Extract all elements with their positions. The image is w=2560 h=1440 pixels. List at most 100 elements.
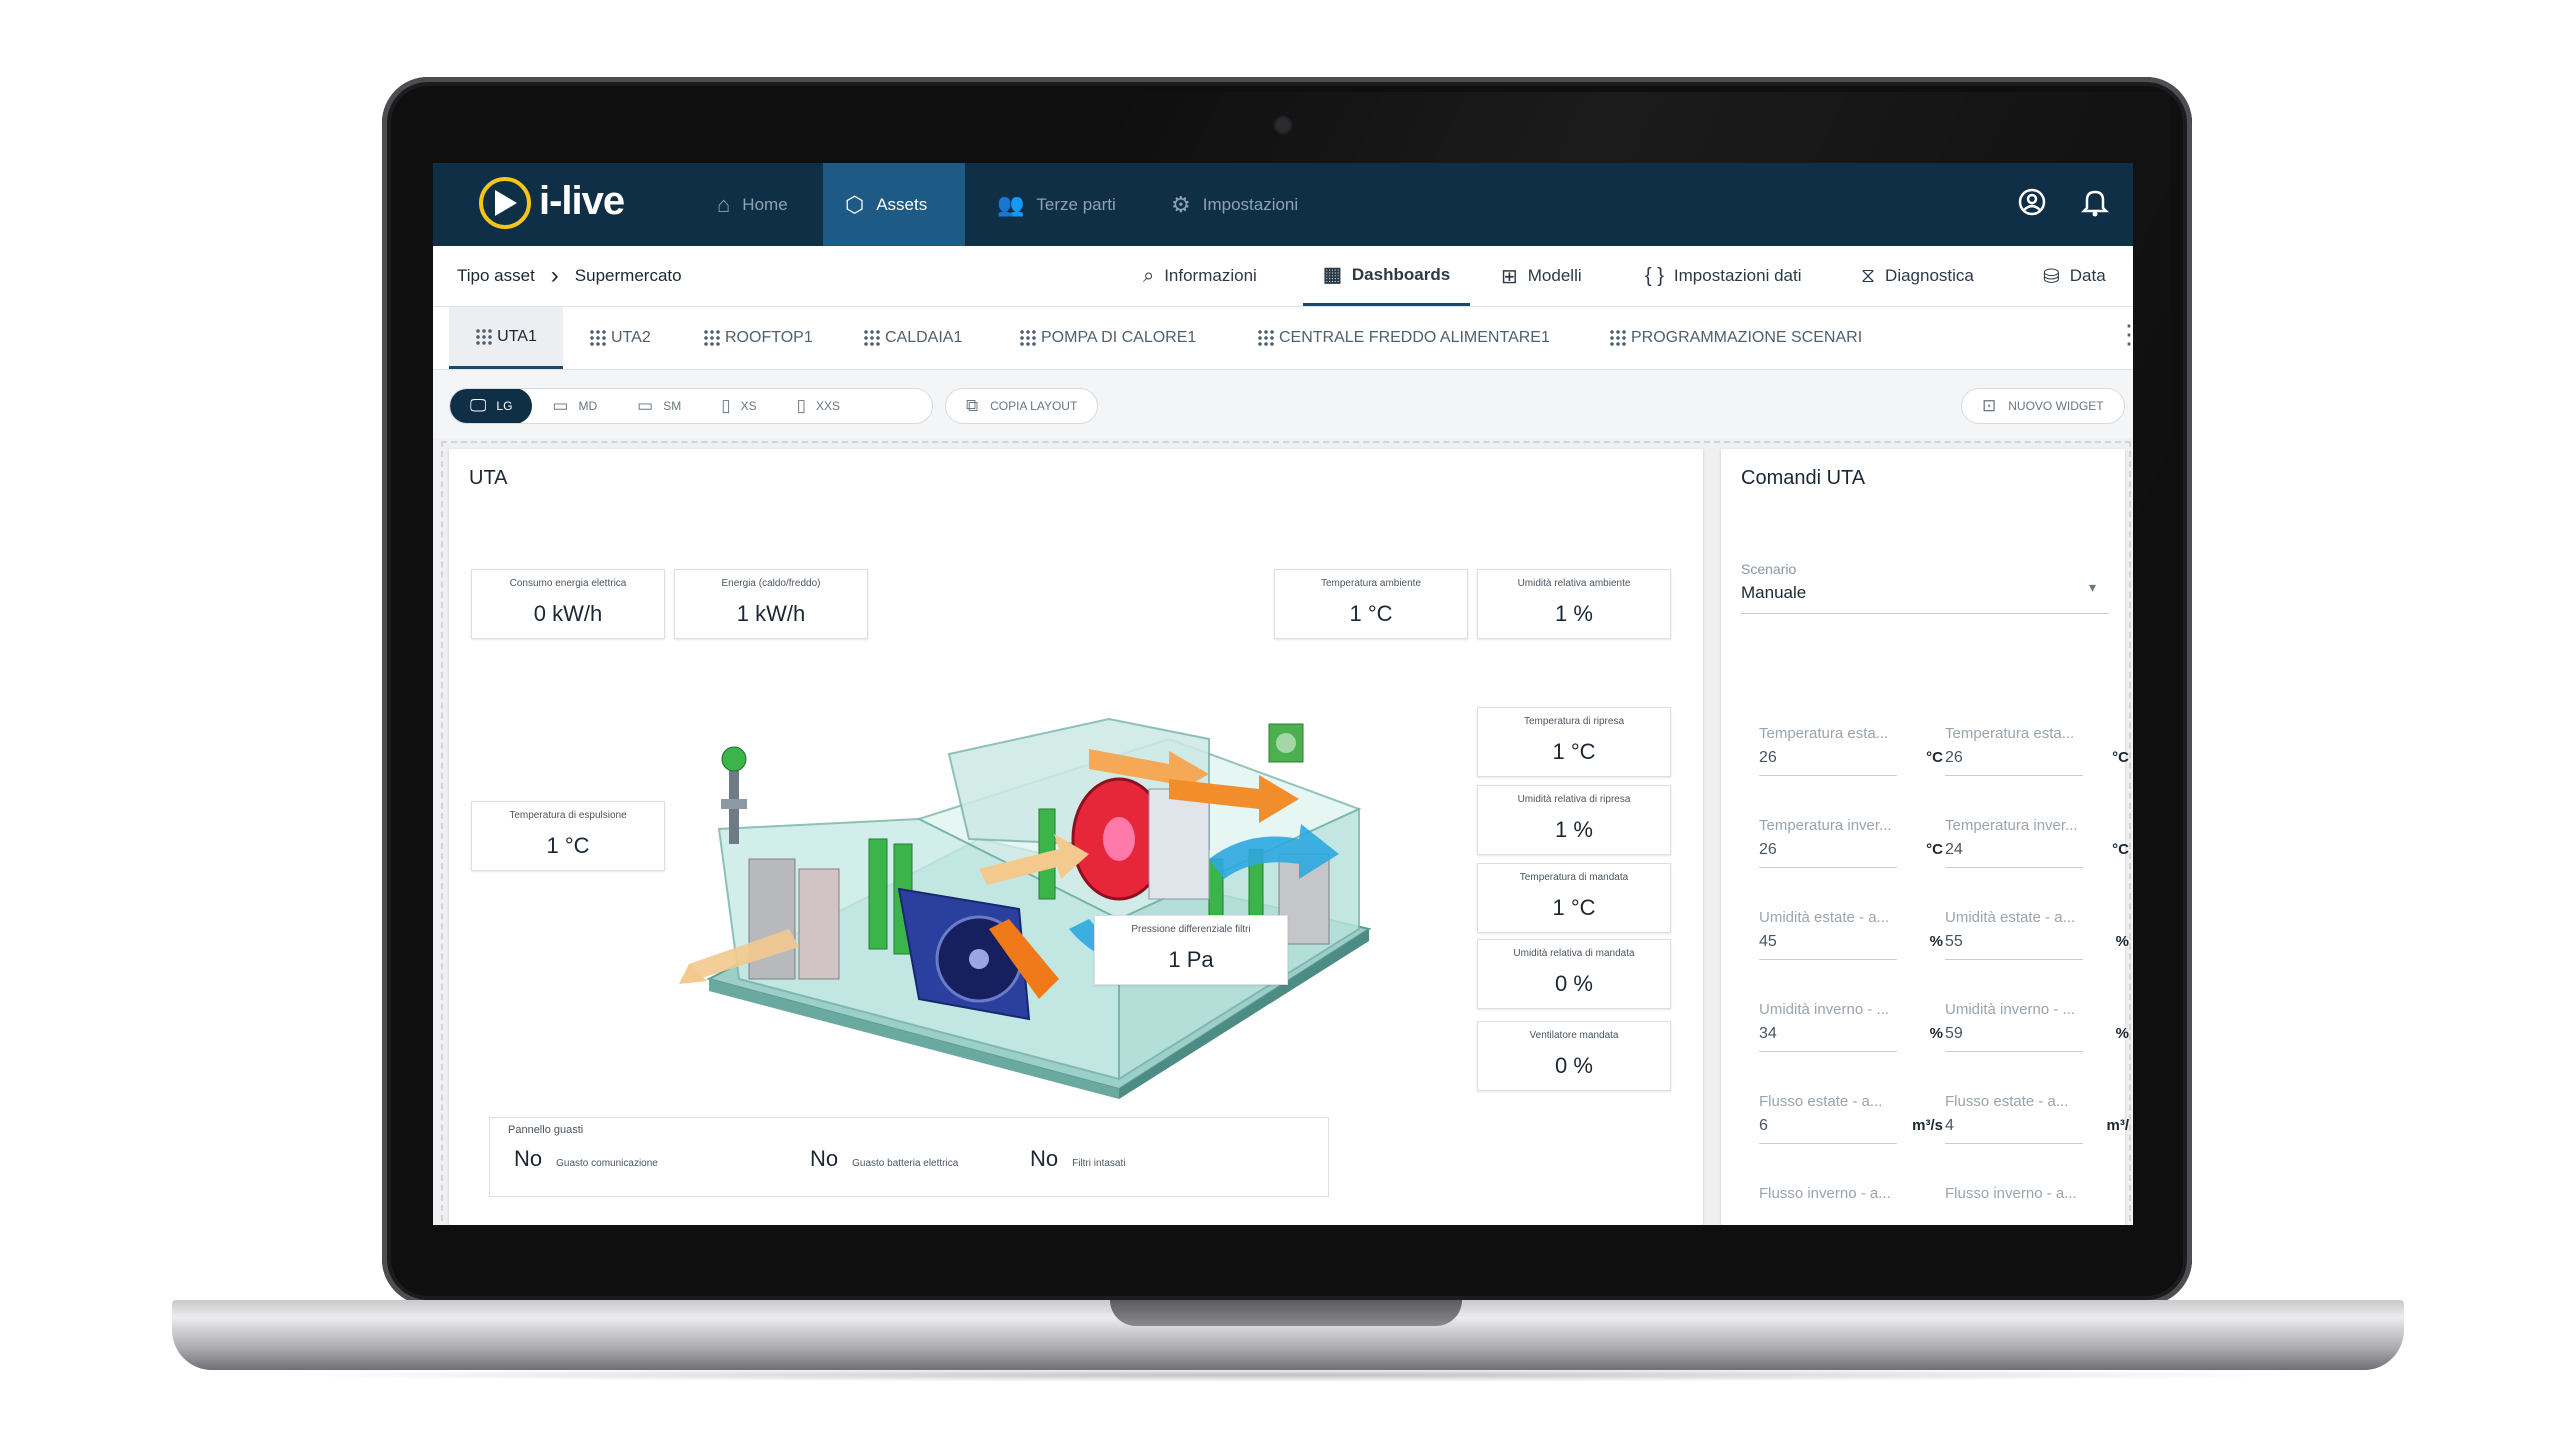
asset-tab-rooftop1[interactable]: ROOFTOP1 bbox=[697, 307, 819, 369]
account-icon[interactable] bbox=[2015, 187, 2049, 221]
fault-guasto-comunicazione: No Guasto comunicazione bbox=[514, 1146, 658, 1172]
field-temp-inverno-2[interactable]: Temperatura inver... 24 °C bbox=[1945, 817, 2129, 875]
tab-data-label: Data bbox=[2069, 266, 2106, 285]
new-widget-button[interactable]: ⊡ NUOVO WIDGET bbox=[1961, 388, 2125, 424]
grid-dots-icon bbox=[589, 329, 607, 347]
more-vert-icon[interactable]: ⋮ bbox=[2116, 319, 2133, 350]
breakpoint-xs[interactable]: ▯ XS bbox=[701, 389, 776, 423]
fault-panel: Pannello guasti No Guasto comunicazione … bbox=[489, 1117, 1329, 1197]
readout-label: Temperatura di mandata bbox=[1519, 872, 1629, 883]
grid-dots-icon bbox=[703, 329, 721, 347]
field-unit: % bbox=[2115, 1025, 2129, 1042]
field-umidita-estate-2[interactable]: Umidità estate - a... 55 % bbox=[1945, 909, 2129, 967]
field-value: 45 bbox=[1759, 933, 1777, 950]
readout-label: Temperatura ambiente bbox=[1320, 578, 1422, 589]
nav-terze-parti[interactable]: 👥 Terze parti bbox=[975, 163, 1138, 246]
copy-icon: ⧉ bbox=[966, 396, 979, 415]
asset-tab-uta2[interactable]: UTA2 bbox=[583, 307, 657, 369]
field-flusso-estate-1[interactable]: Flusso estate - a... 6 m³/s bbox=[1759, 1093, 1943, 1151]
field-value: 26 bbox=[1759, 749, 1777, 766]
field-label: Flusso estate - a... bbox=[1759, 1093, 1883, 1110]
people-icon: 👥 bbox=[997, 191, 1025, 217]
asset-tab-caldaia1[interactable]: CALDAIA1 bbox=[857, 307, 968, 369]
asset-tab-centrale-freddo[interactable]: CENTRALE FREDDO ALIMENTARE1 bbox=[1251, 307, 1556, 369]
field-temp-estate-2[interactable]: Temperatura esta... 26 °C bbox=[1945, 725, 2129, 783]
field-underline bbox=[1759, 1143, 1897, 1144]
tab-informazioni[interactable]: ⌕ Informazioni bbox=[1143, 246, 1257, 306]
breakpoint-xxs[interactable]: ▯ XXS bbox=[777, 389, 860, 423]
asset-tab-programmazione-scenari[interactable]: PROGRAMMAZIONE SCENARI bbox=[1603, 307, 1868, 369]
tab-data[interactable]: ⛁ Data bbox=[2043, 246, 2106, 306]
readout-value: 0 % bbox=[1555, 971, 1593, 996]
comandi-uta-widget: Comandi UTA Scenario Manuale ▾ Temperatu… bbox=[1721, 449, 2129, 1225]
app-screen: i-live ⌂ Home ⬡ Assets 👥 Terze parti ⚙ I… bbox=[433, 163, 2133, 1225]
layout-toolbar: 🖵 LG ▭ MD ▭ SM ▯ XS ▯ XXS ⧉ COPIA LAYOUT bbox=[433, 370, 2133, 438]
field-label: Umidità inverno - ... bbox=[1759, 1001, 1890, 1018]
breakpoint-selector: 🖵 LG ▭ MD ▭ SM ▯ XS ▯ XXS bbox=[449, 388, 933, 424]
tab-modelli[interactable]: ⊞ Modelli bbox=[1501, 246, 1582, 306]
nav-home[interactable]: ⌂ Home bbox=[695, 163, 810, 246]
field-label: Temperatura inver... bbox=[1945, 817, 2078, 834]
dashboard-icon: ▦ bbox=[1323, 264, 1342, 286]
field-unit: °C bbox=[2112, 749, 2129, 766]
field-flusso-inverno-1[interactable]: Flusso inverno - a... bbox=[1759, 1185, 1943, 1225]
readout-label: Temperatura di ripresa bbox=[1523, 716, 1625, 727]
camera bbox=[1273, 115, 1293, 135]
desktop-icon: 🖵 bbox=[470, 396, 487, 415]
tab-dashboards[interactable]: ▦ Dashboards bbox=[1303, 246, 1471, 306]
dashboard-canvas: UTA Consumo energia elettrica 0 kW/h Ene… bbox=[441, 441, 2131, 1225]
breadcrumb-root[interactable]: Tipo asset bbox=[457, 266, 535, 286]
bell-icon[interactable] bbox=[2078, 187, 2112, 221]
breakpoint-lg[interactable]: 🖵 LG bbox=[450, 389, 533, 423]
readout-label: Consumo energia elettrica bbox=[509, 578, 627, 589]
tab-diagnostica[interactable]: ⧖ Diagnostica bbox=[1861, 246, 1974, 306]
breakpoint-label: SM bbox=[663, 399, 682, 413]
field-value: 55 bbox=[1945, 933, 1963, 950]
readout-label: Pressione differenziale filtri bbox=[1131, 924, 1251, 935]
nav-impostazioni[interactable]: ⚙ Impostazioni bbox=[1149, 163, 1320, 246]
field-flusso-estate-2[interactable]: Flusso estate - a... 4 m³/ bbox=[1945, 1093, 2129, 1151]
field-temp-estate-1[interactable]: Temperatura esta... 26 °C bbox=[1759, 725, 1943, 783]
field-label: Umidità inverno - ... bbox=[1945, 1001, 2076, 1018]
readout-value: 1 % bbox=[1555, 817, 1593, 842]
scenario-label: Scenario bbox=[1741, 561, 1797, 577]
breakpoint-md[interactable]: ▭ MD bbox=[532, 389, 617, 423]
base-notch bbox=[1110, 1300, 1462, 1326]
field-value: 6 bbox=[1759, 1117, 1768, 1134]
fault-panel-title: Pannello guasti bbox=[508, 1124, 584, 1136]
database-icon: ⛁ bbox=[2043, 265, 2060, 288]
tab-impostazioni-dati[interactable]: { } Impostazioni dati bbox=[1645, 246, 1802, 306]
field-umidita-estate-1[interactable]: Umidità estate - a... 45 % bbox=[1759, 909, 1943, 967]
tab-diagnostica-label: Diagnostica bbox=[1885, 266, 1974, 285]
field-umidita-inverno-2[interactable]: Umidità inverno - ... 59 % bbox=[1945, 1001, 2129, 1059]
nav-assets[interactable]: ⬡ Assets bbox=[823, 163, 965, 246]
fault-value: No bbox=[1030, 1146, 1059, 1171]
readout-value: 1 °C bbox=[1552, 739, 1596, 764]
scenario-value: Manuale bbox=[1741, 583, 1807, 602]
breakpoint-sm[interactable]: ▭ SM bbox=[617, 389, 701, 423]
asset-tab-pompa-di-calore1[interactable]: POMPA DI CALORE1 bbox=[1013, 307, 1202, 369]
readout-value: 0 % bbox=[1555, 1053, 1593, 1078]
field-value: 24 bbox=[1945, 841, 1963, 858]
info-search-icon: ⌕ bbox=[1143, 264, 1155, 287]
cube-icon: ⬡ bbox=[845, 191, 865, 217]
readout-value: 1 °C bbox=[546, 833, 590, 858]
readout-temperatura-espulsione: Temperatura di espulsione 1 °C bbox=[471, 801, 665, 871]
tab-impostazioni-dati-label: Impostazioni dati bbox=[1673, 266, 1802, 285]
nav-assets-label: Assets bbox=[876, 194, 928, 214]
tablet-icon: ▯ bbox=[721, 396, 731, 415]
app-logo[interactable]: i-live bbox=[479, 175, 649, 235]
grid-dots-icon bbox=[1609, 329, 1627, 347]
readout-temperatura-mandata: Temperatura di mandata 1 °C bbox=[1477, 863, 1671, 933]
uta-widget: UTA Consumo energia elettrica 0 kW/h Ene… bbox=[449, 449, 1703, 1225]
field-temp-inverno-1[interactable]: Temperatura inver... 26 °C bbox=[1759, 817, 1943, 875]
copy-layout-button[interactable]: ⧉ COPIA LAYOUT bbox=[945, 388, 1099, 424]
tablet-landscape-icon: ▭ bbox=[637, 396, 654, 415]
fault-label: Filtri intasati bbox=[1072, 1158, 1126, 1169]
readout-temperatura-ripresa: Temperatura di ripresa 1 °C bbox=[1477, 707, 1671, 777]
asset-tab-uta1[interactable]: UTA1 bbox=[449, 307, 563, 369]
field-flusso-inverno-2[interactable]: Flusso inverno - a... bbox=[1945, 1185, 2129, 1225]
field-label: Temperatura inver... bbox=[1759, 817, 1892, 834]
field-umidita-inverno-1[interactable]: Umidità inverno - ... 34 % bbox=[1759, 1001, 1943, 1059]
breadcrumb-current: Supermercato bbox=[574, 266, 682, 285]
